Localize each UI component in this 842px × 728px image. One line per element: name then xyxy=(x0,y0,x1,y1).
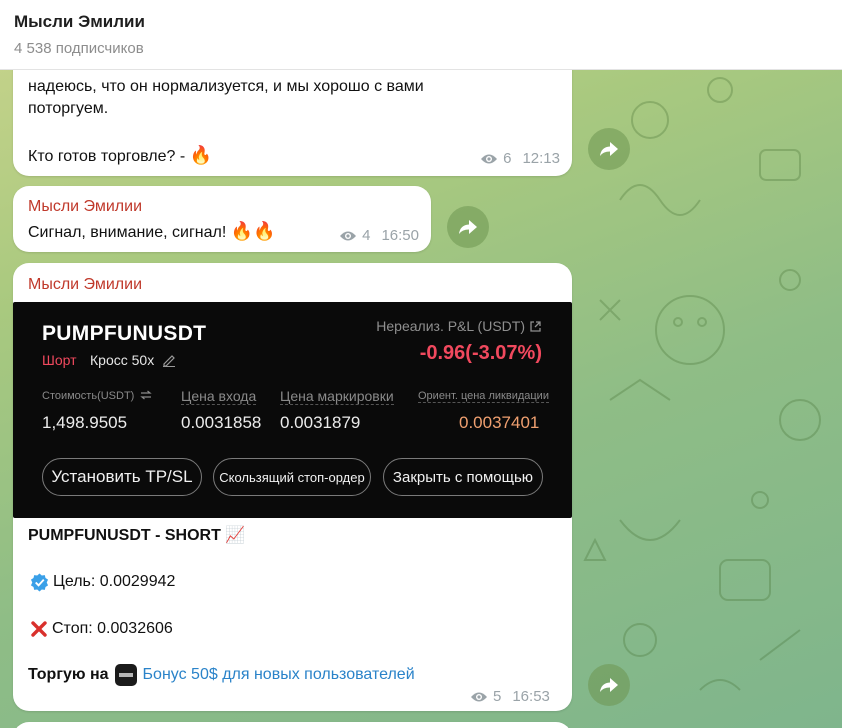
message-time: 16:50 xyxy=(381,227,419,244)
margin-mode: Кросс 50x xyxy=(90,352,176,368)
mark-price-label: Цена маркировки xyxy=(280,388,394,405)
message-meta: 6 12:13 xyxy=(480,150,560,167)
share-icon xyxy=(600,678,618,692)
message-bubble-1[interactable]: надеюсь, что он нормализуется, и мы хоро… xyxy=(13,56,572,176)
message-time: 16:53 xyxy=(512,688,550,705)
trade-screenshot-card[interactable]: PUMPFUNUSDT Шорт Кросс 50x Нереализ. P&L… xyxy=(13,302,572,518)
liquidation-price-value: 0.0037401 xyxy=(459,413,540,432)
share-icon xyxy=(459,220,477,234)
stop-line: Стоп: 0.0032606 xyxy=(30,618,173,640)
cost-label: Стоимость(USDT) xyxy=(42,390,153,402)
target-line: Цель: 0.0029942 xyxy=(30,571,175,593)
pnl-value: -0.96(-3.07%) xyxy=(419,342,542,364)
signal-title-text: PUMPFUNUSDT - SHORT xyxy=(28,527,221,544)
margin-mode-label: Кросс 50x xyxy=(90,352,155,368)
mark-price-value: 0.0031879 xyxy=(280,413,361,432)
view-count: 4 xyxy=(362,227,371,244)
position-direction: Шорт xyxy=(42,352,77,368)
cost-value: 1,498.9505 xyxy=(42,413,128,432)
bybit-logo-icon xyxy=(114,664,137,686)
check-badge-icon xyxy=(30,572,49,592)
edit-icon xyxy=(163,355,176,367)
signal-text: Сигнал, внимание, сигнал! xyxy=(28,224,227,241)
message-meta: 5 16:53 xyxy=(470,688,550,705)
stop-text: Стоп: 0.0032606 xyxy=(52,620,173,637)
message-text-line: поторгуем. xyxy=(28,100,109,117)
fire-icon: 🔥 xyxy=(189,145,213,165)
close-with-button[interactable]: Закрыть с помощью xyxy=(383,458,543,496)
message-text: Сигнал, внимание, сигнал! 🔥🔥 xyxy=(28,220,276,244)
swap-icon xyxy=(140,390,153,400)
entry-price-value: 0.0031858 xyxy=(181,413,262,432)
external-link-icon xyxy=(530,320,541,332)
message-text-line: надеюсь, что он нормализуется, и мы хоро… xyxy=(28,78,424,95)
pnl-label-text: Нереализ. P&L (USDT) xyxy=(376,318,525,334)
share-button[interactable] xyxy=(588,664,630,706)
cross-mark-icon xyxy=(31,621,47,637)
eye-icon xyxy=(481,154,498,163)
target-text: Цель: 0.0029942 xyxy=(53,573,176,590)
cost-label-text: Стоимость(USDT) xyxy=(42,390,135,402)
channel-header[interactable]: Мысли Эмилии 4 538 подписчиков xyxy=(0,0,842,70)
trading-pair: PUMPFUNUSDT xyxy=(42,322,207,345)
fire-icon: 🔥🔥 xyxy=(230,221,276,241)
view-count: 6 xyxy=(503,150,512,167)
message-time: 12:13 xyxy=(522,150,560,167)
share-icon xyxy=(600,142,618,156)
bonus-link[interactable]: Бонус 50$ для новых пользователей xyxy=(143,664,415,686)
liquidation-price-label: Ориент. цена ликвидации xyxy=(418,390,549,403)
trade-on-prefix: Торгую на xyxy=(28,666,109,683)
entry-price-label: Цена входа xyxy=(181,388,257,405)
signal-title: PUMPFUNUSDT - SHORT 📈 xyxy=(28,525,245,547)
message-bubble-2[interactable]: Мысли Эмилии Сигнал, внимание, сигнал! 🔥… xyxy=(13,186,431,252)
eye-icon xyxy=(340,231,357,240)
share-button[interactable] xyxy=(588,128,630,170)
share-button[interactable] xyxy=(447,206,489,248)
channel-title[interactable]: Мысли Эмилии xyxy=(14,12,145,32)
question-text: Кто готов торговле? - xyxy=(28,148,186,165)
subscriber-count: 4 538 подписчиков xyxy=(14,40,144,57)
pnl-label: Нереализ. P&L (USDT) xyxy=(376,318,542,334)
sender-name[interactable]: Мысли Эмилии xyxy=(28,198,142,216)
next-message-bubble[interactable] xyxy=(13,722,572,728)
view-count: 5 xyxy=(493,688,502,705)
trade-on-line: Торгую на Бонус 50$ для новых пользовате… xyxy=(28,664,415,686)
message-meta: 4 16:50 xyxy=(339,227,419,244)
chart-up-icon: 📈 xyxy=(225,527,246,544)
trailing-stop-button[interactable]: Скользящий стоп-ордер xyxy=(213,458,371,496)
eye-icon xyxy=(471,692,487,701)
message-text-question: Кто готов торговле? - 🔥 xyxy=(28,144,212,168)
sender-name[interactable]: Мысли Эмилии xyxy=(28,276,142,294)
set-tpsl-button[interactable]: Установить TP/SL xyxy=(42,458,202,496)
